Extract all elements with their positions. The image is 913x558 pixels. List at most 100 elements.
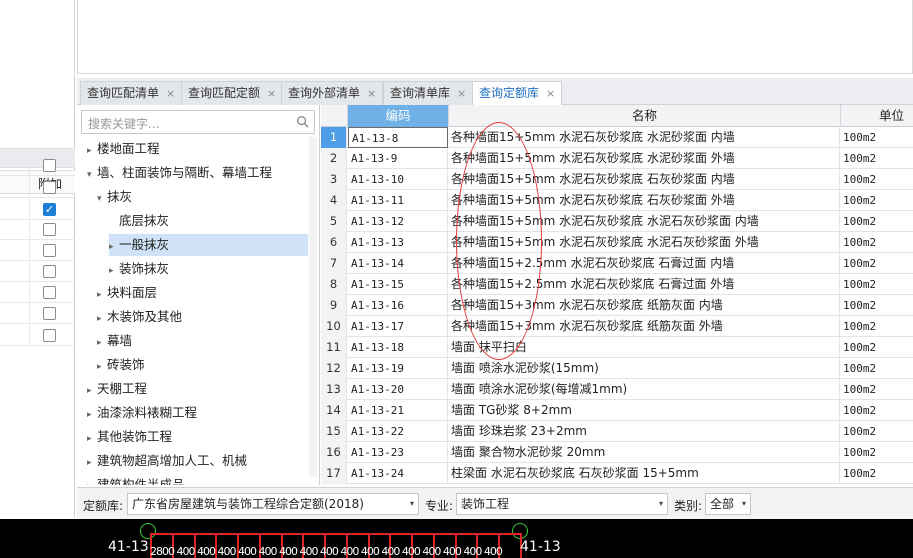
quota-code-cell[interactable]: A1-13-11 <box>348 190 448 211</box>
row-number[interactable]: 14 <box>321 400 347 421</box>
quota-code-cell[interactable]: A1-13-20 <box>348 379 448 400</box>
quota-unit-cell[interactable]: 100m2 <box>841 316 913 337</box>
quota-unit-cell[interactable]: 100m2 <box>841 211 913 232</box>
close-icon[interactable]: × <box>267 87 276 100</box>
tab-3[interactable]: 查询外部清单 × <box>281 81 384 105</box>
chevron-right-icon[interactable]: ▸ <box>97 284 107 306</box>
attach-checkbox[interactable]: ✓ <box>43 203 56 216</box>
tab-1[interactable]: 查询匹配清单 × <box>80 81 183 105</box>
tree-node[interactable]: ▸ 楼地面工程 <box>87 138 160 160</box>
table-row[interactable]: 2 A1-13-9 各种墙面15+5mm 水泥石灰砂浆底 水泥砂浆面 外墙 100m2 <box>321 148 913 169</box>
quota-code-cell[interactable]: A1-13-19 <box>348 358 448 379</box>
tree-node[interactable]: ▸建筑构件半成品 <box>87 474 185 485</box>
tree-node[interactable]: ▸ 一般抹灰 <box>109 234 308 256</box>
quota-name-cell[interactable]: 墙面 喷涂水泥砂浆(每增减1mm) <box>449 379 840 400</box>
table-row[interactable]: 8 A1-13-15 各种墙面15+2.5mm 水泥石灰砂浆底 石膏过面 外墙 100… <box>321 274 913 295</box>
quota-name-cell[interactable]: 墙面 珍珠岩浆 23+2mm <box>449 421 840 442</box>
quota-unit-cell[interactable]: 100m2 <box>841 148 913 169</box>
tree-node[interactable]: ▸ 建筑物超高增加人工、机械 <box>87 450 247 472</box>
table-row[interactable]: 9 A1-13-16 各种墙面15+3mm 水泥石灰砂浆底 纸筋灰面 内墙 100m2 <box>321 295 913 316</box>
row-number[interactable]: 9 <box>321 295 347 316</box>
row-number[interactable]: 10 <box>321 316 347 337</box>
table-row[interactable]: 5 A1-13-12 各种墙面15+5mm 水泥石灰砂浆底 水泥石灰砂浆面 内墙 10… <box>321 211 913 232</box>
tab-2[interactable]: 查询匹配定额 × <box>181 81 284 105</box>
table-row[interactable]: 6 A1-13-13 各种墙面15+5mm 水泥石灰砂浆底 水泥石灰砂浆面 外墙 10… <box>321 232 913 253</box>
quota-name-cell[interactable]: 墙面 抹平扫白 <box>449 337 840 358</box>
table-row[interactable]: 12 A1-13-19 墙面 喷涂水泥砂浆(15mm) 100m2 <box>321 358 913 379</box>
chevron-right-icon[interactable]: ▸ <box>97 332 107 354</box>
quota-code-cell[interactable]: A1-13-23 <box>348 442 448 463</box>
quota-name-cell[interactable]: 各种墙面15+5mm 水泥石灰砂浆底 水泥砂浆面 外墙 <box>449 148 840 169</box>
tree-node[interactable]: ▸ 木装饰及其他 <box>97 306 182 328</box>
close-icon[interactable]: × <box>166 87 175 100</box>
close-icon[interactable]: × <box>367 87 376 100</box>
quota-unit-cell[interactable]: 100m2 <box>841 232 913 253</box>
chevron-right-icon[interactable]: ▸ <box>97 308 107 330</box>
quota-unit-cell[interactable]: 100m2 <box>841 400 913 421</box>
quota-unit-cell[interactable]: 100m2 <box>841 358 913 379</box>
table-row[interactable]: 17 A1-13-24 柱梁面 水泥石灰砂浆底 石灰砂浆面 15+5mm 100m2 <box>321 463 913 484</box>
tree-scrollbar[interactable] <box>309 137 317 477</box>
table-row[interactable]: 16 A1-13-23 墙面 聚合物水泥砂浆 20mm 100m2 <box>321 442 913 463</box>
attach-checkbox[interactable] <box>43 181 56 194</box>
quota-library-select[interactable]: 广东省房屋建筑与装饰工程综合定额(2018) ▾ <box>127 493 419 515</box>
quota-unit-cell[interactable]: 100m2 <box>841 337 913 358</box>
quota-name-cell[interactable]: 各种墙面15+3mm 水泥石灰砂浆底 纸筋灰面 内墙 <box>449 295 840 316</box>
tab-4[interactable]: 查询清单库 × <box>383 81 474 105</box>
quota-name-cell[interactable]: 各种墙面15+3mm 水泥石灰砂浆底 纸筋灰面 外墙 <box>449 316 840 337</box>
tree-node[interactable]: ▸ 装饰抹灰 <box>109 258 169 280</box>
quota-code-cell[interactable]: A1-13-13 <box>348 232 448 253</box>
row-number[interactable]: 17 <box>321 463 347 484</box>
tab-5[interactable]: 查询定额库 × <box>472 81 563 106</box>
row-number[interactable]: 6 <box>321 232 347 253</box>
attach-checkbox[interactable] <box>43 159 56 172</box>
chevron-right-icon[interactable]: ▸ <box>87 452 97 474</box>
quota-unit-cell[interactable]: 100m2 <box>841 253 913 274</box>
table-row[interactable]: 7 A1-13-14 各种墙面15+2.5mm 水泥石灰砂浆底 石膏过面 内墙 100… <box>321 253 913 274</box>
attach-checkbox[interactable] <box>43 307 56 320</box>
row-number[interactable]: 1 <box>321 127 347 148</box>
specialty-select[interactable]: 装饰工程 ▾ <box>456 493 668 515</box>
tree-node[interactable]: ▸ 幕墙 <box>97 330 132 352</box>
quota-unit-cell[interactable]: 100m2 <box>841 295 913 316</box>
quota-name-cell[interactable]: 各种墙面15+5mm 水泥石灰砂浆底 水泥石灰砂浆面 内墙 <box>449 211 840 232</box>
table-row[interactable]: 15 A1-13-22 墙面 珍珠岩浆 23+2mm 100m2 <box>321 421 913 442</box>
tree-node[interactable]: ▾ 抹灰 <box>97 186 132 208</box>
chevron-right-icon[interactable]: ▸ <box>97 356 107 378</box>
quota-code-cell[interactable]: A1-13-24 <box>348 463 448 484</box>
quota-unit-cell[interactable]: 100m2 <box>841 421 913 442</box>
quota-name-cell[interactable]: 柱梁面 水泥石灰砂浆底 石灰砂浆面 15+5mm <box>449 463 840 484</box>
quota-name-cell[interactable]: 各种墙面15+5mm 水泥石灰砂浆底 水泥砂浆面 内墙 <box>449 127 840 148</box>
quota-name-cell[interactable]: 墙面 喷涂水泥砂浆(15mm) <box>449 358 840 379</box>
row-number[interactable]: 13 <box>321 379 347 400</box>
quota-unit-cell[interactable]: 100m2 <box>841 190 913 211</box>
attach-checkbox[interactable] <box>43 223 56 236</box>
tree-node[interactable]: ▸ 油漆涂料裱糊工程 <box>87 402 197 424</box>
quota-name-cell[interactable]: 各种墙面15+5mm 水泥石灰砂浆底 石灰砂浆面 内墙 <box>449 169 840 190</box>
tree-node[interactable]: 底层抹灰 <box>109 210 169 232</box>
row-number[interactable]: 5 <box>321 211 347 232</box>
chevron-right-icon[interactable]: ▸ <box>87 404 97 426</box>
tree-node[interactable]: ▾ 墙、柱面装饰与隔断、幕墙工程 <box>87 162 272 184</box>
table-row[interactable]: 1 A1-13-8 各种墙面15+5mm 水泥石灰砂浆底 水泥砂浆面 内墙 100m2 <box>321 127 913 148</box>
category-select[interactable]: 全部 ▾ <box>705 493 751 515</box>
quota-name-cell[interactable]: 墙面 聚合物水泥砂浆 20mm <box>449 442 840 463</box>
chevron-right-icon[interactable]: ▸ <box>87 380 97 402</box>
quota-unit-cell[interactable]: 100m2 <box>841 169 913 190</box>
table-row[interactable]: 11 A1-13-18 墙面 抹平扫白 100m2 <box>321 337 913 358</box>
chevron-right-icon[interactable]: ▸ <box>87 428 97 450</box>
row-number[interactable]: 16 <box>321 442 347 463</box>
grid-header-name[interactable]: 名称 <box>449 105 841 127</box>
quota-code-cell[interactable]: A1-13-9 <box>348 148 448 169</box>
quota-code-cell[interactable]: A1-13-17 <box>348 316 448 337</box>
row-number[interactable]: 4 <box>321 190 347 211</box>
table-row[interactable]: 10 A1-13-17 各种墙面15+3mm 水泥石灰砂浆底 纸筋灰面 外墙 100m… <box>321 316 913 337</box>
row-number[interactable]: 12 <box>321 358 347 379</box>
table-row[interactable]: 13 A1-13-20 墙面 喷涂水泥砂浆(每增减1mm) 100m2 <box>321 379 913 400</box>
chevron-down-icon[interactable]: ▾ <box>97 188 107 210</box>
quota-name-cell[interactable]: 墙面 TG砂浆 8+2mm <box>449 400 840 421</box>
quota-unit-cell[interactable]: 100m2 <box>841 379 913 400</box>
quota-code-cell[interactable]: A1-13-18 <box>348 337 448 358</box>
row-number[interactable]: 15 <box>321 421 347 442</box>
tree-node[interactable]: ▸ 块料面层 <box>97 282 157 304</box>
